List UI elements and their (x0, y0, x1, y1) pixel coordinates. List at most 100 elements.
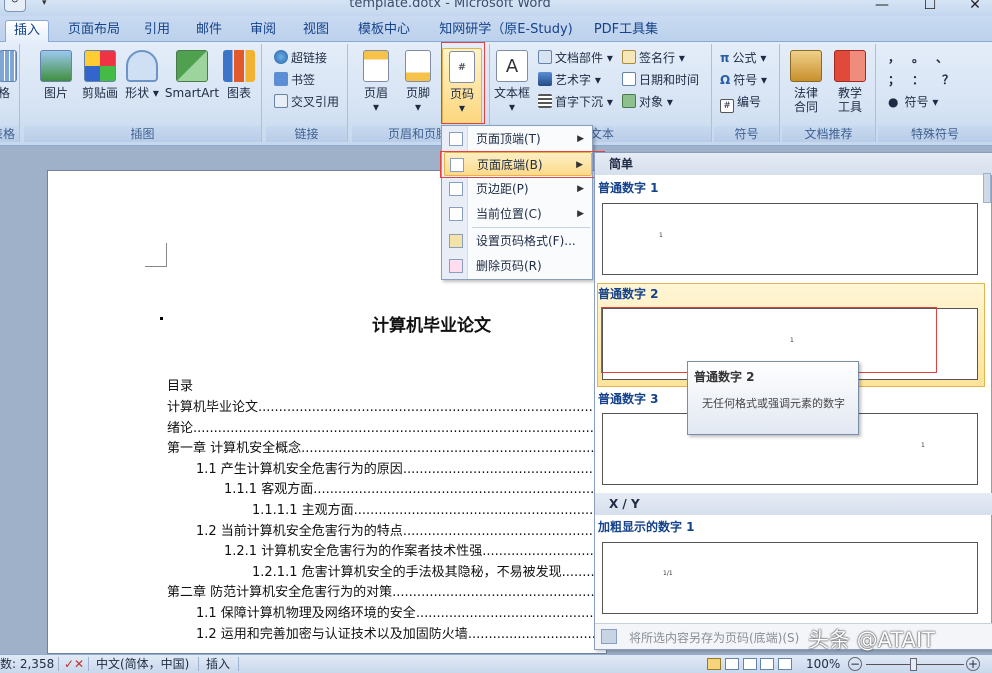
footer-icon (405, 50, 431, 82)
toc-entry[interactable]: 1.2 运用和完善加密与认证技术以及加固防火墙.................… (196, 623, 608, 642)
teaching-icon (834, 50, 866, 82)
dropcap-button[interactable]: 首字下沉 ▾ (538, 92, 613, 112)
docparts-icon (538, 50, 552, 64)
textbox-icon: A (496, 50, 528, 82)
tab-page-layout[interactable]: 页面布局 (58, 20, 130, 42)
law-contract-button[interactable]: 法律 合同 (786, 48, 826, 124)
punct-row-2[interactable]: ；：？ (888, 70, 972, 90)
clipart-button[interactable]: 剪贴画 (76, 48, 124, 124)
toc-entry[interactable]: 绪论......................................… (167, 417, 608, 436)
tab-review[interactable]: 审阅 (241, 20, 285, 42)
table-icon (0, 50, 17, 82)
page-margin-icon (449, 182, 463, 196)
teaching-tools-button[interactable]: 教学 工具 (830, 48, 870, 124)
word-count[interactable]: 数: 2,358 (0, 656, 54, 673)
watermark: 头条 @ATAIT (808, 628, 935, 652)
minimize-button[interactable]: — (862, 0, 902, 15)
group-links: 超链接 书签 交叉引用 链接 (266, 44, 348, 142)
signature-line-button[interactable]: 签名行 ▾ (622, 48, 685, 68)
document-title[interactable]: 计算机毕业论文 (372, 311, 491, 336)
toc-entry[interactable]: 第一章 计算机安全概念.............................… (167, 437, 608, 456)
zoom-out-icon[interactable]: − (848, 656, 862, 673)
maximize-button[interactable]: ☐ (910, 0, 950, 15)
toc-entry[interactable]: 计算机毕业论文.................................… (167, 396, 608, 415)
tab-template-center[interactable]: 模板中心 (348, 20, 420, 42)
gallery-item-bold1[interactable]: 1/1 (602, 542, 978, 614)
dot-icon: ● (888, 95, 899, 109)
crossref-button[interactable]: 交叉引用 (274, 92, 339, 112)
insert-mode-status[interactable]: 插入 (206, 656, 230, 673)
save-gallery-icon (601, 629, 617, 644)
table-button[interactable]: 表格 (0, 48, 18, 124)
shapes-button[interactable]: 形状 ▾ (124, 48, 160, 124)
group-doc-recommend: 法律 合同 教学 工具 文档推荐 (782, 44, 876, 142)
datetime-button[interactable]: 日期和时间 (622, 70, 699, 90)
toc-entry[interactable]: 1.2.1 计算机安全危害行为的作案者技术性强.................… (224, 540, 608, 559)
zoom-level[interactable]: 100% (806, 656, 840, 673)
textbox-button[interactable]: A 文本框 ▾ (492, 48, 532, 124)
pi-icon: π (720, 51, 730, 65)
toc-entry[interactable]: 1.2.1.1 危害计算机安全的手法极其隐秘，不易被发现............… (252, 561, 608, 580)
punct-row-1[interactable]: ，。、 (888, 48, 966, 68)
dropcap-icon (538, 94, 552, 108)
margin-corner-mark (145, 243, 167, 267)
toc-entry[interactable]: 1.2 当前计算机安全危害行为的特点......................… (196, 520, 608, 539)
calendar-icon (622, 72, 636, 86)
toc-entry[interactable]: 1.1.1 客观方面..............................… (224, 478, 608, 497)
group-symbols: π 公式 ▾ Ω 符号 ▾ # 编号 符号 (714, 44, 780, 142)
web-layout-icon (742, 658, 757, 670)
toc-title[interactable]: 目录 (167, 375, 193, 394)
menu-item-top-of-page[interactable]: 页面顶端(T) ▶ (444, 127, 592, 151)
tab-insert[interactable]: 插入 (5, 20, 49, 42)
page-number-menu: 页面顶端(T) ▶ 页面底端(B) ▶ 页边距(P) ▶ 当前位置(C) ▶ 设置页码格… (441, 125, 593, 280)
menu-item-page-margins[interactable]: 页边距(P) ▶ (444, 177, 592, 201)
header-button[interactable]: 页眉 ▾ (356, 48, 396, 124)
zoom-slider-thumb[interactable] (910, 658, 917, 671)
current-position-icon (449, 207, 463, 221)
docparts-button[interactable]: 文档部件 ▾ (538, 48, 613, 68)
menu-item-remove-page-numbers[interactable]: 删除页码(R) (444, 254, 592, 278)
picture-button[interactable]: 图片 (36, 48, 76, 124)
menu-item-format-page-numbers[interactable]: 设置页码格式(F)... (444, 229, 592, 253)
numbering-button[interactable]: # 编号 (720, 92, 761, 113)
gallery-label-bold1: 加粗显示的数字 1 (598, 520, 695, 534)
menu-item-current-position[interactable]: 当前位置(C) ▶ (444, 202, 592, 226)
numbering-icon: # (720, 99, 734, 113)
object-icon (622, 94, 636, 108)
object-button[interactable]: 对象 ▾ (622, 92, 673, 112)
wordart-button[interactable]: 艺术字 ▾ (538, 70, 601, 90)
smartart-button[interactable]: SmartArt (164, 48, 220, 124)
toc-entry[interactable]: 1.1 产生计算机安全危害行为的原因......................… (196, 458, 608, 477)
law-icon (790, 50, 822, 82)
group-table: 表格 表格 (0, 44, 20, 142)
tab-references[interactable]: 引用 (136, 20, 178, 42)
bookmark-icon (274, 72, 288, 86)
gallery-header-xy: X / Y (595, 493, 992, 515)
tab-cnki[interactable]: 知网研学（原E-Study) (430, 20, 582, 42)
toc-entry[interactable]: 1.1.1.1 主观方面............................… (252, 499, 608, 518)
view-buttons[interactable] (707, 656, 799, 673)
footer-button[interactable]: 页脚 ▾ (398, 48, 438, 124)
symbol-button[interactable]: Ω 符号 ▾ (720, 70, 767, 90)
gallery-item-plain1[interactable]: 1 (602, 203, 978, 275)
signature-icon (622, 50, 636, 64)
toc-entry[interactable]: 第二章 防范计算机安全危害行为的对策......................… (167, 581, 608, 600)
bookmark-button[interactable]: 书签 (274, 70, 315, 90)
spellcheck-icon[interactable]: ✓✕ (64, 656, 84, 673)
special-symbol-button[interactable]: ● 符号 ▾ (888, 92, 938, 112)
format-icon (449, 234, 463, 248)
equation-button[interactable]: π 公式 ▾ (720, 48, 766, 68)
zoom-in-icon[interactable]: + (966, 656, 980, 673)
gallery-label-plain2: 普通数字 2 (598, 287, 659, 301)
toc-entry[interactable]: 1.1 保障计算机物理及网络环境的安全.....................… (196, 602, 608, 621)
bottom-of-page-highlight (440, 151, 605, 178)
tab-pdf-tools[interactable]: PDF工具集 (586, 20, 666, 42)
language-status[interactable]: 中文(简体，中国) (96, 656, 189, 673)
gallery-header-simple: 简单 (595, 153, 992, 175)
chart-button[interactable]: 图表 (222, 48, 256, 124)
tab-mailings[interactable]: 邮件 (188, 20, 230, 42)
close-button[interactable]: ✕ (955, 0, 992, 15)
tab-view[interactable]: 视图 (294, 20, 338, 42)
tooltip: 普通数字 2 无任何格式或强调元素的数字 (687, 361, 859, 435)
hyperlink-button[interactable]: 超链接 (274, 48, 327, 68)
